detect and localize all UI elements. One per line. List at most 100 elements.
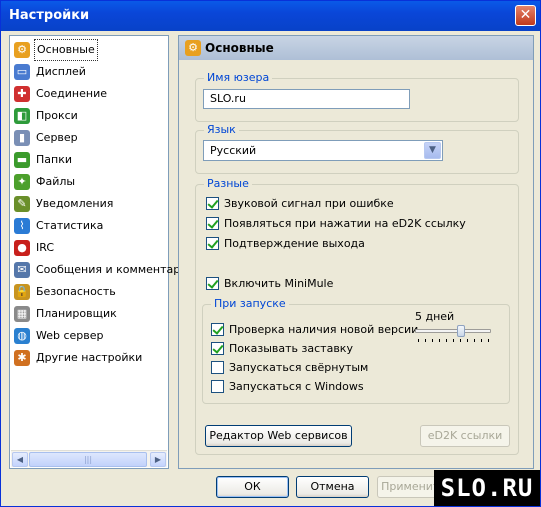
settings-tree: ✱ Другие настройки ◍ Web сервер ▦ Планировщик… [9,35,195,469]
sidebar-item[interactable]: ▮ Сервер [14,128,80,148]
language-select[interactable]: Русский ▼ [203,140,443,161]
sidebar-item-label: Другие настройки [36,351,143,364]
scroll-thumb[interactable]: ||| [29,452,147,467]
sidebar-item-label: Прокси [36,109,78,122]
slider-tick [481,339,482,342]
sidebar-item-label: Папки [36,153,72,166]
update-interval-label: 5 дней [415,310,455,323]
startup-legend: При запуске [211,297,289,310]
sidebar-item[interactable]: ◧ Прокси [14,106,80,126]
close-icon: ✕ [519,7,532,23]
update-interval-track[interactable] [415,329,491,333]
sidebar-item[interactable]: ⚙ Основные [14,39,98,61]
slider-tick [474,339,475,342]
checkbox-box[interactable] [206,276,219,290]
cancel-button[interactable]: Отмена [296,476,369,498]
checkbox-box[interactable] [211,341,224,355]
checkbox-box[interactable] [206,196,219,210]
network-icon: ✚ [14,86,30,102]
sidebar-item[interactable]: ⌇ Статистика [14,216,105,236]
slider-tick [432,339,433,342]
sidebar-item-label: Сообщения и комментарии [36,263,195,276]
misc-option-checkbox[interactable]: Звуковой сигнал при ошибке [206,195,394,211]
horizontal-scrollbar[interactable]: ◀ ||| ▶ [11,450,167,467]
slider-tick [460,339,461,342]
sidebar-item-label: Дисплей [36,65,86,78]
sidebar-item-label: Основные [34,39,98,61]
misc-option-label: Подтверждение выхода [224,236,365,250]
username-input[interactable]: SLO.ru [203,89,410,109]
messages-icon: ✉ [14,262,30,278]
sidebar-item[interactable]: ● IRC [14,238,56,258]
slider-tick [467,339,468,342]
statistics-icon: ⌇ [14,218,30,234]
sidebar-item[interactable]: ✱ Другие настройки [14,348,144,368]
slider-tick [453,339,454,342]
username-group: Имя юзера SLO.ru [195,71,519,122]
sidebar-item-label: Безопасность [36,285,116,298]
startup-option-checkbox[interactable]: Показывать заставку [211,340,353,356]
sidebar-item[interactable]: ✉ Сообщения и комментарии [14,260,197,280]
sidebar-item-label: Файлы [36,175,76,188]
sidebar-item[interactable]: ▬ Папки [14,150,74,170]
slider-tick [488,339,489,342]
checkbox-box[interactable] [206,216,219,230]
globe-icon: ◍ [14,328,30,344]
slider-tick [418,339,419,342]
scroll-left-button[interactable]: ◀ [12,452,28,467]
panel-title: Основные [205,41,274,55]
sidebar-item[interactable]: ✚ Соединение [14,84,109,104]
monitor-icon: ▭ [14,64,30,80]
gear-icon: ⚙ [185,40,201,56]
slider-tick [439,339,440,342]
startup-option-label: Запускаться с Windows [229,379,364,393]
gear-icon: ⚙ [14,42,30,58]
sidebar-item[interactable]: ▦ Планировщик [14,304,119,324]
close-button[interactable]: ✕ [515,5,536,26]
sidebar-item-label: Планировщик [36,307,117,320]
startup-option-checkbox[interactable]: Запускаться свёрнутым [211,359,368,375]
checkbox-box[interactable] [206,236,219,250]
ok-button[interactable]: ОК [216,476,289,498]
sidebar-item[interactable]: ✦ Файлы [14,172,77,192]
checkbox-box[interactable] [211,379,224,393]
settings-panel: ⚙ Основные Имя юзера SLO.ru Язык Русский… [178,35,534,469]
chevron-down-icon[interactable]: ▼ [424,142,441,159]
sidebar-item[interactable]: 🔒 Безопасность [14,282,118,302]
slo-ru-watermark: SLO.RU [434,470,540,506]
files-icon: ✦ [14,174,30,190]
title-bar: Настройки ✕ [1,1,540,31]
sidebar-item[interactable]: ◍ Web сервер [14,326,106,346]
startup-option-checkbox[interactable]: Проверка наличия новой версии [211,321,418,337]
sidebar-item-label: Web сервер [36,329,104,342]
web-services-editor-button[interactable]: Редактор Web сервисов [205,425,352,447]
misc-option-checkbox[interactable]: Появляться при нажатии на eD2K ссылку [206,215,466,231]
settings-window: Настройки ✕ ✱ Другие настройки ◍ Web сервер… [0,0,541,507]
username-legend: Имя юзера [204,71,273,84]
checkbox-box[interactable] [211,360,224,374]
misc-legend: Разные [204,177,252,190]
startup-option-label: Проверка наличия новой версии [229,322,419,336]
notification-icon: ✎ [14,196,30,212]
startup-group: При запуске Проверка наличия новой верси… [202,297,510,404]
minimule-checkbox[interactable]: Включить MiniMule [206,275,333,291]
sidebar-item[interactable]: ▭ Дисплей [14,62,88,82]
slider-tick [446,339,447,342]
misc-option-label: Появляться при нажатии на eD2K ссылку [224,216,466,230]
startup-option-label: Показывать заставку [229,341,353,355]
startup-option-checkbox[interactable]: Запускаться с Windows [211,378,364,394]
settings-icon: ✱ [14,350,30,366]
misc-option-label: Звуковой сигнал при ошибке [224,196,394,210]
misc-option-checkbox[interactable]: Подтверждение выхода [206,235,365,251]
update-interval-slider[interactable] [456,325,465,337]
sidebar-item[interactable]: ✎ Уведомления [14,194,115,214]
language-legend: Язык [204,123,239,136]
scroll-right-button[interactable]: ▶ [150,452,166,467]
checkbox-box[interactable] [211,322,224,336]
slider-tick [425,339,426,342]
sidebar-item-label: Уведомления [36,197,114,210]
sidebar-item-label: Статистика [36,219,104,232]
ed2k-links-button[interactable]: eD2K ссылки [420,425,510,447]
language-selected-value: Русский [210,144,257,157]
server-icon: ▮ [14,130,30,146]
